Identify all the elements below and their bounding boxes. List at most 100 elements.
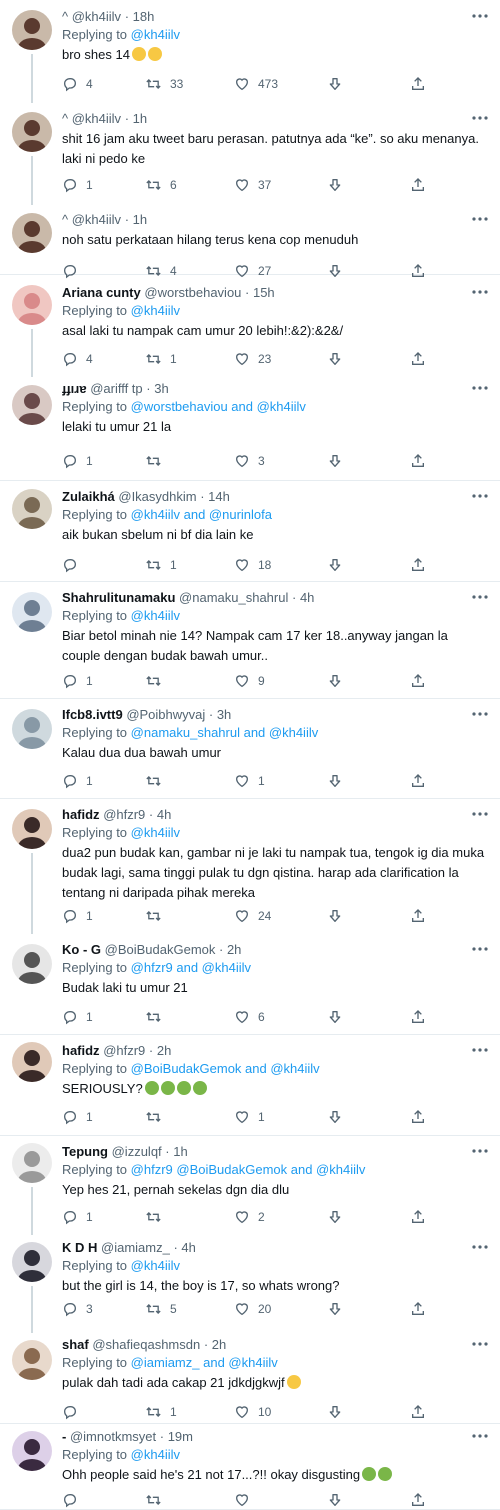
- more-icon[interactable]: [470, 286, 490, 298]
- reply-button[interactable]: 1: [62, 906, 93, 926]
- like-button[interactable]: 18: [234, 555, 271, 575]
- share-button[interactable]: [410, 451, 426, 471]
- display-name[interactable]: Tepung: [62, 1144, 108, 1159]
- reply-button[interactable]: 1: [62, 771, 93, 791]
- avatar[interactable]: [12, 213, 52, 253]
- avatar[interactable]: [12, 489, 52, 529]
- retweet-button[interactable]: 1: [145, 555, 177, 575]
- share-button[interactable]: [410, 906, 426, 926]
- reply-button[interactable]: 3: [62, 1299, 93, 1319]
- display-name[interactable]: Ifcb8.ivtt9: [62, 707, 123, 722]
- reply-button[interactable]: 1: [62, 451, 93, 471]
- like-button[interactable]: 37: [234, 175, 271, 195]
- mention-links[interactable]: @kh4iilv: [131, 303, 180, 318]
- more-icon[interactable]: [470, 382, 490, 394]
- timestamp[interactable]: · 4h: [173, 1240, 195, 1255]
- more-icon[interactable]: [470, 708, 490, 720]
- like-button[interactable]: 1: [234, 1107, 265, 1127]
- like-button[interactable]: 1: [234, 771, 265, 791]
- tweet[interactable]: - @imnotkmsyet · 19m Replying to @kh4iilv…: [0, 1424, 500, 1510]
- user-handle[interactable]: @worstbehaviou: [144, 285, 241, 300]
- reply-button[interactable]: 1: [62, 175, 93, 195]
- more-icon[interactable]: [470, 1145, 490, 1157]
- display-name[interactable]: Shahrulitunamaku: [62, 590, 175, 605]
- share-button[interactable]: [410, 771, 426, 791]
- mention-links[interactable]: @kh4iilv: [131, 1447, 180, 1462]
- display-name[interactable]: Ko - G: [62, 942, 101, 957]
- user-handle[interactable]: @Ikasydhkim: [118, 489, 196, 504]
- reply-button[interactable]: [62, 1402, 78, 1422]
- user-handle[interactable]: @arifff tp: [90, 381, 142, 396]
- display-name[interactable]: hafidz: [62, 807, 100, 822]
- share-button[interactable]: [410, 1207, 426, 1227]
- mention-links[interactable]: @kh4iilv: [131, 608, 180, 623]
- retweet-button[interactable]: 1: [145, 1402, 177, 1422]
- more-icon[interactable]: [470, 943, 490, 955]
- tweet[interactable]: Ariana cunty @worstbehaviou · 15h Replyin…: [0, 275, 500, 377]
- avatar[interactable]: [12, 10, 52, 50]
- tweet[interactable]: shaf @shafieqashmsdn · 2h Replying to @ia…: [0, 1333, 500, 1424]
- like-button[interactable]: 9: [234, 671, 265, 691]
- reply-button[interactable]: 1: [62, 1207, 93, 1227]
- share-button[interactable]: [410, 175, 426, 195]
- timestamp[interactable]: · 3h: [146, 381, 168, 396]
- avatar[interactable]: [12, 285, 52, 325]
- display-name[interactable]: Ariana cunty: [62, 285, 141, 300]
- timestamp[interactable]: · 19m: [160, 1429, 193, 1444]
- timestamp[interactable]: · 3h: [209, 707, 231, 722]
- like-button[interactable]: 2: [234, 1207, 265, 1227]
- avatar[interactable]: [12, 709, 52, 749]
- user-handle[interactable]: @hfzr9: [103, 807, 145, 822]
- downvote-button[interactable]: [327, 1107, 343, 1127]
- share-button[interactable]: [410, 1490, 426, 1510]
- retweet-button[interactable]: [145, 906, 162, 926]
- more-icon[interactable]: [470, 591, 490, 603]
- timestamp[interactable]: · 2h: [149, 1043, 171, 1058]
- avatar[interactable]: [12, 592, 52, 632]
- mention-links[interactable]: @iamiamz_ and @kh4iilv: [131, 1355, 278, 1370]
- like-button[interactable]: 3: [234, 451, 265, 471]
- retweet-button[interactable]: [145, 1490, 162, 1510]
- more-icon[interactable]: [470, 1338, 490, 1350]
- display-name[interactable]: shaf: [62, 1337, 89, 1352]
- mention-links[interactable]: @hfzr9 @BoiBudakGemok and @kh4iilv: [131, 1162, 366, 1177]
- downvote-button[interactable]: [327, 74, 343, 94]
- more-icon[interactable]: [470, 213, 490, 225]
- downvote-button[interactable]: [327, 1490, 343, 1510]
- downvote-button[interactable]: [327, 451, 343, 471]
- like-button[interactable]: 10: [234, 1402, 271, 1422]
- downvote-button[interactable]: [327, 1299, 343, 1319]
- like-button[interactable]: 473: [234, 74, 278, 94]
- mention-links[interactable]: @kh4iilv: [131, 825, 180, 840]
- reply-button[interactable]: 1: [62, 1107, 93, 1127]
- mention-links[interactable]: @worstbehaviou and @kh4iilv: [131, 399, 306, 414]
- downvote-button[interactable]: [327, 1007, 343, 1027]
- avatar[interactable]: [12, 809, 52, 849]
- downvote-button[interactable]: [327, 771, 343, 791]
- avatar[interactable]: [12, 112, 52, 152]
- tweet[interactable]: ^ @kh4iilv · 18h Replying to @kh4iilv bro …: [0, 0, 500, 103]
- retweet-button[interactable]: [145, 451, 162, 471]
- share-button[interactable]: [410, 349, 426, 369]
- tweet[interactable]: ɟɟıɹɐ @arifff tp · 3h Replying to @worstb…: [0, 377, 500, 481]
- retweet-button[interactable]: 33: [145, 74, 183, 94]
- retweet-button[interactable]: [145, 1107, 162, 1127]
- downvote-button[interactable]: [327, 906, 343, 926]
- timestamp[interactable]: · 4h: [149, 807, 171, 822]
- like-button[interactable]: 20: [234, 1299, 271, 1319]
- more-icon[interactable]: [470, 1430, 490, 1442]
- retweet-button[interactable]: [145, 671, 162, 691]
- share-button[interactable]: [410, 1402, 426, 1422]
- more-icon[interactable]: [470, 1241, 490, 1253]
- tweet[interactable]: Ifcb8.ivtt9 @Poibhwyvaj · 3h Replying to …: [0, 699, 500, 799]
- retweet-button[interactable]: 1: [145, 349, 177, 369]
- tweet[interactable]: hafidz @hfzr9 · 4h Replying to @kh4iilv du…: [0, 799, 500, 934]
- mention-links[interactable]: @BoiBudakGemok and @kh4iilv: [131, 1061, 320, 1076]
- mention-links[interactable]: @kh4iilv and @nurinlofa: [131, 507, 272, 522]
- mention-links[interactable]: @kh4iilv: [131, 1258, 180, 1273]
- like-button[interactable]: 23: [234, 349, 271, 369]
- user-handle[interactable]: @imnotkmsyet: [70, 1429, 156, 1444]
- user-handle[interactable]: @namaku_shahrul: [179, 590, 288, 605]
- tweet[interactable]: K D H @iamiamz_ · 4h Replying to @kh4iilv…: [0, 1235, 500, 1333]
- avatar[interactable]: [12, 1431, 52, 1471]
